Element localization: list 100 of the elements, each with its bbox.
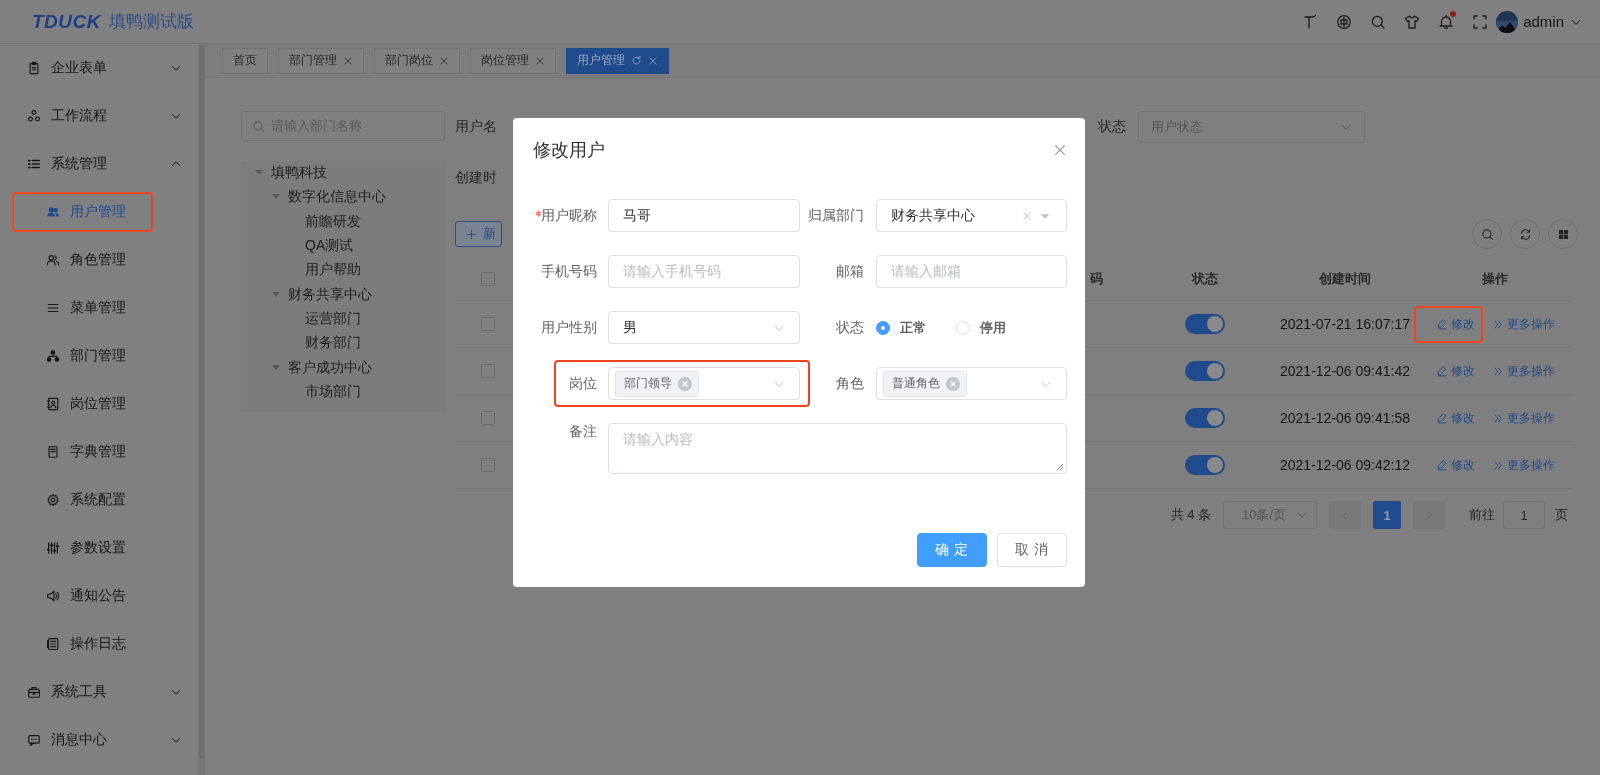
sidebar-item[interactable]: 操作日志 [0, 620, 198, 668]
column-header: 操作 [1482, 270, 1508, 288]
menu-icon [46, 301, 60, 315]
caret-down-icon[interactable] [272, 194, 280, 201]
sidebar-item[interactable]: 参数设置 [0, 524, 198, 572]
tree-node[interactable]: 财务共享中心 [288, 285, 372, 304]
edit-link[interactable]: 修改 [1435, 409, 1475, 427]
tag: 部门领导 [615, 370, 699, 397]
sidebar-item[interactable]: 企业表单 [0, 44, 198, 92]
cancel-button[interactable]: 取 消 [997, 533, 1067, 567]
sidebar-item[interactable]: 菜单管理 [0, 284, 198, 332]
toggle-switch[interactable] [1185, 408, 1225, 428]
edit-link[interactable]: 修改 [1435, 456, 1475, 474]
tree-node[interactable]: 前瞻研发 [305, 212, 361, 231]
logo[interactable]: TDUCK [32, 10, 101, 33]
sidebar-item[interactable]: 消息中心 [0, 716, 198, 764]
tab[interactable]: 用户管理 [566, 47, 669, 74]
sidebar-item[interactable]: 字典管理 [0, 428, 198, 476]
field-label: 归属部门 [808, 206, 864, 225]
add-button[interactable]: 新 [455, 221, 502, 247]
document-icon [46, 637, 60, 651]
radio-option[interactable]: 停用 [956, 318, 1006, 337]
sidebar-item[interactable]: 系统管理 [0, 140, 198, 188]
caret-down-icon[interactable] [255, 170, 263, 177]
select-field[interactable]: 男 [608, 311, 800, 344]
sidebar-item[interactable]: 系统配置 [0, 476, 198, 524]
text-field[interactable]: 马哥 [608, 199, 800, 232]
total-count: 共 4 条 [1170, 506, 1211, 524]
id-card-icon [46, 397, 60, 411]
sidebar-item[interactable]: 工作流程 [0, 92, 198, 140]
tree-node[interactable]: 数字化信息中心 [288, 188, 386, 207]
avatar[interactable] [1496, 10, 1519, 33]
app-title: 填鸭测试版 [109, 11, 194, 33]
tag: 普通角色 [883, 370, 967, 397]
sidebar-item[interactable]: 角色管理 [0, 236, 198, 284]
people-icon [46, 253, 60, 267]
double-chevron-icon [1492, 412, 1504, 424]
tab[interactable]: 部门岗位 [374, 47, 460, 74]
select-field[interactable]: 财务共享中心 [876, 199, 1067, 232]
tag-remove-icon[interactable] [678, 376, 692, 391]
list-icon [27, 157, 41, 171]
field-label: 邮箱 [835, 262, 864, 281]
tab[interactable]: 岗位管理 [470, 47, 556, 74]
field-label: 用户性别 [540, 318, 597, 337]
double-chevron-icon [1492, 365, 1504, 377]
tree-node[interactable]: QA测试 [305, 237, 354, 256]
double-chevron-icon [1492, 459, 1504, 471]
tab[interactable]: 部门管理 [278, 47, 364, 74]
previous-page-button[interactable] [1329, 501, 1361, 529]
more-link[interactable]: 更多操作 [1492, 305, 1555, 343]
tree-node[interactable]: 填鸭科技 [271, 164, 327, 183]
goto-label: 前往 [1469, 506, 1495, 524]
column-header: 码 [1090, 271, 1103, 286]
toggle-switch[interactable] [1185, 361, 1225, 381]
tree-node[interactable]: 财务部门 [305, 334, 361, 353]
toggle-switch[interactable] [1185, 314, 1225, 334]
field-label: 岗位 [568, 374, 597, 393]
language-icon [1336, 13, 1353, 30]
book-icon [46, 445, 60, 459]
sidebar-item[interactable]: 通知公告 [0, 572, 198, 620]
column-header: 创建时间 [1319, 270, 1371, 288]
tag-remove-icon[interactable] [946, 376, 960, 391]
user-name[interactable]: admin [1523, 13, 1564, 30]
tree-node[interactable]: 用户帮助 [305, 261, 361, 280]
confirm-button[interactable]: 确 定 [917, 533, 987, 567]
caret-down-icon[interactable] [272, 291, 280, 298]
page-button[interactable]: 1 [1373, 501, 1401, 529]
radio-option[interactable]: 正常 [876, 318, 926, 337]
field-label: 用户昵称 [540, 206, 597, 225]
table-cell: 2021-12-06 09:41:58 [1280, 410, 1410, 426]
multi-select-field[interactable]: 普通角色 [876, 367, 1067, 400]
edit-link[interactable]: 修改 [1435, 362, 1475, 380]
tree-node[interactable]: 市场部门 [305, 382, 361, 401]
caret-down-icon[interactable] [272, 364, 280, 371]
tree-node[interactable]: 客户成功中心 [288, 358, 372, 377]
sidebar-item[interactable]: 部门管理 [0, 332, 198, 380]
tree-node[interactable]: 运营部门 [305, 309, 361, 328]
close-icon [535, 55, 545, 66]
toggle-switch[interactable] [1185, 455, 1225, 475]
more-link[interactable]: 更多操作 [1492, 399, 1555, 437]
field-label: 角色 [835, 374, 864, 393]
multi-select-field[interactable]: 部门领导 [608, 367, 800, 400]
speaker-icon [46, 589, 60, 603]
sidebar-item[interactable]: 岗位管理 [0, 380, 198, 428]
sidebar-item[interactable]: 系统工具 [0, 668, 198, 716]
edit-link[interactable]: 修改 [1435, 315, 1475, 333]
filter-label: 创建时 [455, 169, 497, 187]
next-page-button[interactable] [1413, 501, 1445, 529]
refresh-icon [1518, 227, 1532, 241]
tab[interactable]: 首页 [222, 47, 268, 74]
fullscreen-icon [1472, 13, 1489, 30]
sliders-icon [46, 541, 60, 555]
settings-icon [46, 493, 60, 507]
page-input[interactable]: 1 [1503, 501, 1545, 529]
more-link[interactable]: 更多操作 [1492, 352, 1555, 390]
pencil-icon [1435, 412, 1448, 424]
sidebar-item[interactable]: 用户管理 [0, 188, 198, 236]
page-suffix: 页 [1555, 506, 1568, 524]
more-link[interactable]: 更多操作 [1492, 446, 1555, 484]
close-button[interactable] [1053, 143, 1067, 157]
